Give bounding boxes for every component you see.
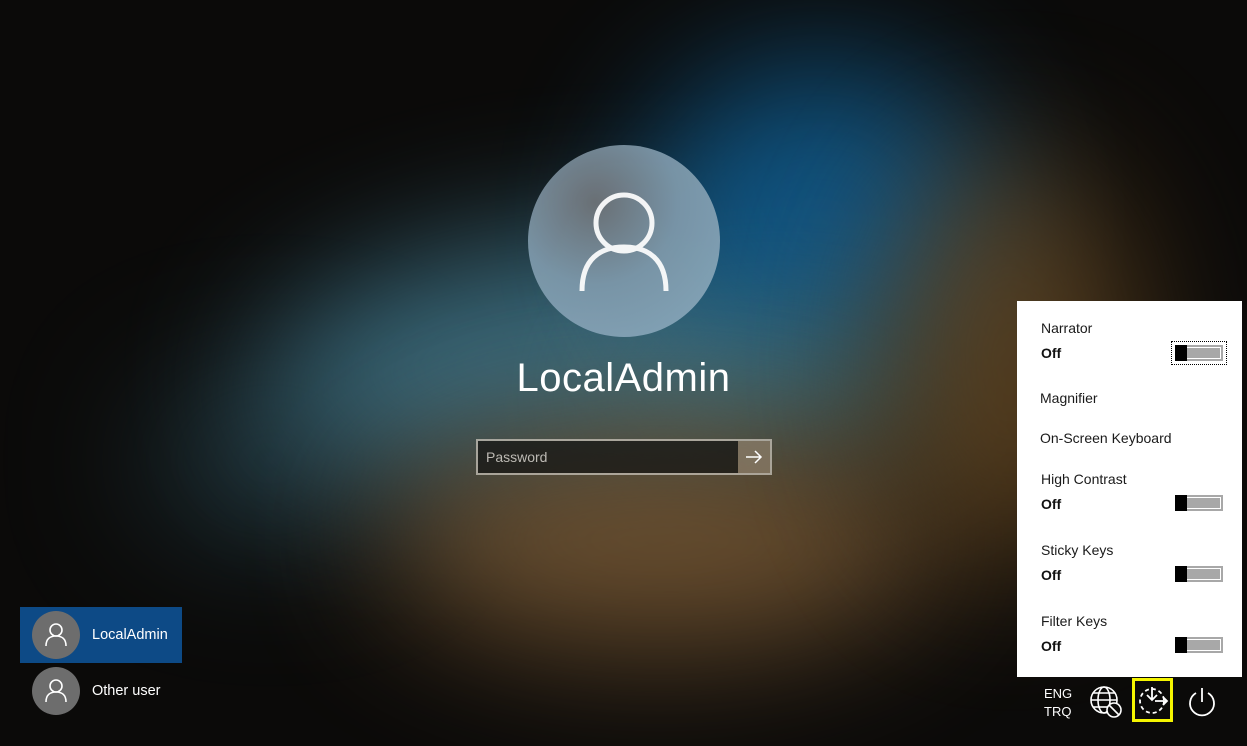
user-icon	[45, 623, 67, 647]
language-button[interactable]: ENG TRQ	[1044, 685, 1072, 721]
high-contrast-label: High Contrast	[1041, 471, 1127, 487]
power-button[interactable]	[1182, 682, 1222, 722]
ease-item-sticky-keys: Sticky Keys Off	[1041, 542, 1231, 583]
globe-no-connection-icon	[1090, 686, 1122, 718]
magnifier-button[interactable]: Magnifier	[1040, 390, 1098, 406]
user-list-item-localadmin[interactable]: LocalAdmin	[20, 607, 182, 663]
user-avatar	[528, 145, 720, 337]
submit-button[interactable]	[738, 441, 770, 473]
ease-item-filter-keys: Filter Keys Off	[1041, 613, 1231, 654]
ease-of-access-button[interactable]	[1132, 678, 1173, 722]
ease-item-narrator: Narrator Off	[1041, 320, 1231, 365]
ease-of-access-icon	[1138, 687, 1168, 714]
system-tray: ENG TRQ	[0, 678, 1247, 746]
language-line1: ENG	[1044, 686, 1073, 701]
filter-keys-toggle[interactable]	[1175, 637, 1223, 653]
password-input[interactable]	[478, 441, 738, 473]
filter-keys-label: Filter Keys	[1041, 613, 1108, 629]
ease-item-high-contrast: High Contrast Off	[1041, 471, 1231, 512]
power-icon	[1189, 688, 1215, 717]
user-avatar-small	[32, 611, 80, 659]
narrator-label: Narrator	[1041, 320, 1093, 336]
language-line2: TRQ	[1044, 704, 1072, 719]
password-box	[476, 439, 772, 475]
on-screen-keyboard-button[interactable]: On-Screen Keyboard	[1040, 430, 1172, 446]
user-icon	[579, 192, 669, 292]
narrator-toggle[interactable]	[1171, 341, 1227, 365]
ease-of-access-panel: Narrator Off Magnifier On-Screen Keyboar…	[1017, 301, 1242, 677]
high-contrast-toggle[interactable]	[1175, 495, 1223, 511]
network-button[interactable]	[1086, 682, 1126, 722]
sticky-keys-label: Sticky Keys	[1041, 542, 1114, 558]
arrow-right-icon	[746, 450, 763, 464]
user-list-label: LocalAdmin	[92, 627, 168, 643]
sticky-keys-toggle[interactable]	[1175, 566, 1223, 582]
